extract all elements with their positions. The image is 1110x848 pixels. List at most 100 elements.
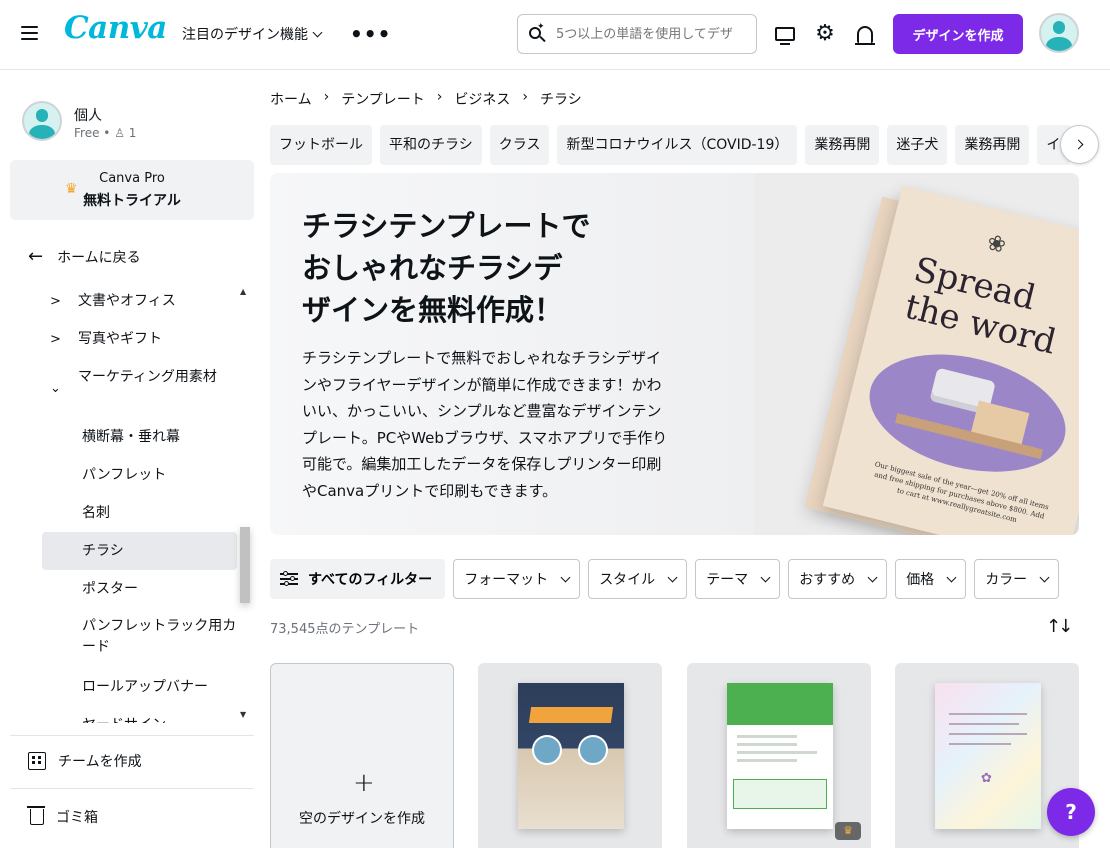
account-name[interactable]: 個人 xyxy=(74,105,102,125)
hero-description: チラシテンプレートで無料でおしゃれなチラシデザインやフライヤーデザインが簡単に作… xyxy=(302,349,668,500)
account-avatar[interactable] xyxy=(22,101,62,141)
avatar[interactable] xyxy=(1039,13,1079,53)
search-input[interactable] xyxy=(556,26,752,42)
chevron-down-icon xyxy=(867,572,878,582)
person-icon: ♙ xyxy=(114,126,125,140)
all-filters-label: すべてのフィルター xyxy=(308,572,433,588)
filter-recommended[interactable]: おすすめ xyxy=(788,559,888,599)
chevron-down-icon xyxy=(1039,572,1050,582)
chip[interactable]: クラス xyxy=(489,125,550,165)
hero-banner: チラシテンプレートで おしゃれなチラシデ ザインを無料作成！ チラシテンプレート… xyxy=(270,173,1079,535)
chip[interactable]: 業務再開 xyxy=(805,125,880,165)
gear-icon[interactable]: ⚙ xyxy=(811,20,839,48)
chip[interactable]: フットボール xyxy=(270,125,372,165)
hero-flyer-image: ❀ Spread the word Our biggest sale of th… xyxy=(754,173,1079,535)
filter-label: 価格 xyxy=(906,572,935,588)
sub-item-yard-sign[interactable]: ヤードサイン xyxy=(42,706,237,723)
create-blank-design-card[interactable]: + 空のデザインを作成 xyxy=(270,663,454,848)
filter-label: おすすめ xyxy=(799,572,856,588)
more-icon[interactable]: ••• xyxy=(350,22,391,46)
hero-title-line: ザインを無料作成！ xyxy=(302,293,564,327)
chevron-right-icon: > xyxy=(50,332,61,347)
account-plan: Free xyxy=(74,126,100,140)
filter-label: テーマ xyxy=(706,572,749,588)
sub-item-poster[interactable]: ポスター xyxy=(42,570,237,608)
create-team-link[interactable]: チームを作成 xyxy=(28,751,142,771)
bell-icon[interactable] xyxy=(851,20,879,48)
chevron-right-icon: › xyxy=(436,89,443,105)
tree-item-label: 文書やオフィス xyxy=(78,293,176,309)
sub-item-business-card[interactable]: 名刺 xyxy=(42,494,237,532)
crown-icon: ♛ xyxy=(65,181,78,197)
menu-icon[interactable] xyxy=(21,26,38,40)
sidebar-scrollbar[interactable]: ▲ ▼ xyxy=(238,283,251,723)
chevron-right-icon: › xyxy=(522,89,529,105)
sub-item-rollup-banner[interactable]: ロールアップバナー xyxy=(42,668,237,706)
trash-icon xyxy=(27,806,45,825)
feature-menu-label: 注目のデザイン機能 xyxy=(182,27,308,43)
chevron-down-icon: ⌄ xyxy=(50,381,61,396)
chevron-down-icon xyxy=(760,572,771,582)
scroll-up-icon[interactable]: ▲ xyxy=(240,287,246,296)
template-thumbnail-camp xyxy=(518,683,624,829)
arrow-left-icon: ← xyxy=(28,246,44,267)
trash-link[interactable]: ゴミ箱 xyxy=(27,806,98,827)
search-bar[interactable]: ✦ xyxy=(517,14,757,54)
flyer-front-sheet: ❀ Spread the word Our biggest sale of th… xyxy=(822,185,1079,535)
breadcrumb-templates[interactable]: テンプレート xyxy=(341,89,425,109)
tree-item-label: 写真やギフト xyxy=(78,331,162,347)
pro-trial-button[interactable]: ♛ Canva Pro 無料トライアル xyxy=(10,160,254,220)
plus-icon: + xyxy=(353,768,375,798)
category-tree: > 文書やオフィス > 写真やギフト ⌄ マーケティング用素材 横断幕・垂れ幕 … xyxy=(0,283,252,723)
template-thumbnail-pastel: ✿ xyxy=(935,683,1041,829)
chips-next-button[interactable] xyxy=(1060,125,1099,164)
filter-color[interactable]: カラー xyxy=(974,559,1060,599)
sub-item-rack-card[interactable]: パンフレットラック用カード xyxy=(42,616,237,660)
sub-item-pamphlet[interactable]: パンフレット xyxy=(42,456,237,494)
divider xyxy=(10,735,254,736)
account-meta: Free • ♙ 1 xyxy=(74,126,137,140)
filter-theme[interactable]: テーマ xyxy=(695,559,781,599)
create-design-button[interactable]: デザインを作成 xyxy=(893,14,1023,54)
back-home-link[interactable]: ← ホームに戻る xyxy=(28,246,141,267)
chip[interactable]: 業務再開 xyxy=(955,125,1030,165)
suggestion-chips: フットボール 平和のチラシ クラス 新型コロナウイルス（COVID-19） 業務… xyxy=(270,125,1070,165)
sort-icon[interactable]: ↑↓ xyxy=(1046,616,1073,637)
chip[interactable]: 新型コロナウイルス（COVID-19） xyxy=(557,125,798,165)
sub-item-banner[interactable]: 横断幕・垂れ幕 xyxy=(42,418,237,456)
filter-price[interactable]: 価格 xyxy=(895,559,967,599)
filter-label: フォーマット xyxy=(464,572,549,588)
magic-search-icon: ✦ xyxy=(526,22,548,45)
canva-logo[interactable]: Canva xyxy=(64,10,167,46)
create-team-label: チームを作成 xyxy=(58,754,142,770)
chevron-right-icon xyxy=(1073,139,1083,150)
scroll-down-icon[interactable]: ▼ xyxy=(240,710,246,719)
hero-title: チラシテンプレートで おしゃれなチラシデ ザインを無料作成！ xyxy=(302,205,642,331)
crown-icon: ♛ xyxy=(835,822,861,840)
help-button[interactable]: ? xyxy=(1047,788,1095,836)
chevron-down-icon xyxy=(946,572,957,582)
tree-item-label: マーケティング用素材 xyxy=(78,369,217,385)
filter-format[interactable]: フォーマット xyxy=(453,559,581,599)
scrollbar-thumb[interactable] xyxy=(240,527,250,603)
chevron-right-icon: › xyxy=(323,89,330,105)
breadcrumb-flyer: チラシ xyxy=(540,92,582,108)
hero-title-line: おしゃれなチラシデ xyxy=(302,251,563,285)
feature-menu[interactable]: 注目のデザイン機能 xyxy=(182,24,323,44)
template-card[interactable] xyxy=(478,663,662,848)
breadcrumb-business[interactable]: ビジネス xyxy=(454,89,510,109)
all-filters-button[interactable]: すべてのフィルター xyxy=(270,559,446,599)
chip[interactable]: 迷子犬 xyxy=(887,125,948,165)
sub-item-flyer[interactable]: チラシ xyxy=(42,532,237,570)
breadcrumb-home[interactable]: ホーム xyxy=(270,89,312,109)
hero-title-line: チラシテンプレートで xyxy=(302,209,591,243)
top-bar: Canva 注目のデザイン機能 ••• ✦ ⚙ デザインを作成 xyxy=(0,0,1110,70)
chevron-down-icon xyxy=(667,572,678,582)
chevron-right-icon: > xyxy=(50,294,61,309)
chip[interactable]: 平和のチラシ xyxy=(380,125,482,165)
monitor-icon[interactable] xyxy=(771,20,799,48)
filter-style[interactable]: スタイル xyxy=(588,559,688,599)
template-card[interactable]: ♛ xyxy=(687,663,871,848)
filter-bar: すべてのフィルター フォーマット スタイル テーマ おすすめ 価格 カラー xyxy=(270,559,1060,599)
pro-trial-line1: Canva Pro xyxy=(99,171,165,186)
